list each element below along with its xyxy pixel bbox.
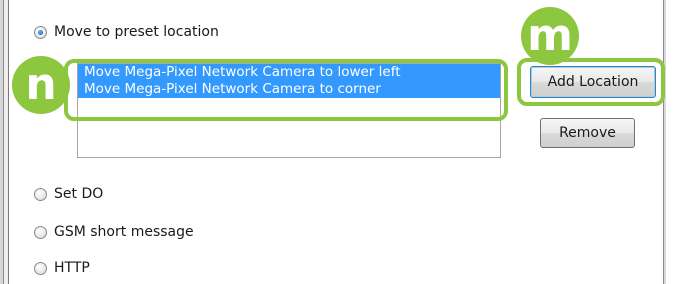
callout-badge-n: n bbox=[12, 56, 70, 114]
callout-highlight-add-button bbox=[517, 58, 665, 106]
radio-button[interactable] bbox=[34, 187, 47, 201]
radio-http[interactable]: HTTP bbox=[34, 258, 90, 278]
dialog-left-border bbox=[0, 0, 12, 284]
callout-badge-m: m bbox=[521, 7, 579, 65]
radio-button[interactable] bbox=[34, 261, 47, 275]
dialog-right-border bbox=[663, 0, 683, 284]
radio-label-http: HTTP bbox=[54, 260, 90, 276]
radio-label-gsm: GSM short message bbox=[54, 224, 194, 240]
callout-highlight-list bbox=[64, 59, 508, 121]
radio-button-checked[interactable] bbox=[34, 25, 47, 39]
radio-set-do[interactable]: Set DO bbox=[34, 184, 103, 204]
remove-button[interactable]: Remove bbox=[540, 118, 635, 148]
radio-label-set-do: Set DO bbox=[54, 186, 104, 202]
radio-gsm-short-message[interactable]: GSM short message bbox=[34, 222, 194, 242]
radio-move-to-preset[interactable]: Move to preset location bbox=[34, 22, 219, 42]
radio-button[interactable] bbox=[34, 225, 47, 239]
radio-label-preset: Move to preset location bbox=[54, 24, 219, 40]
